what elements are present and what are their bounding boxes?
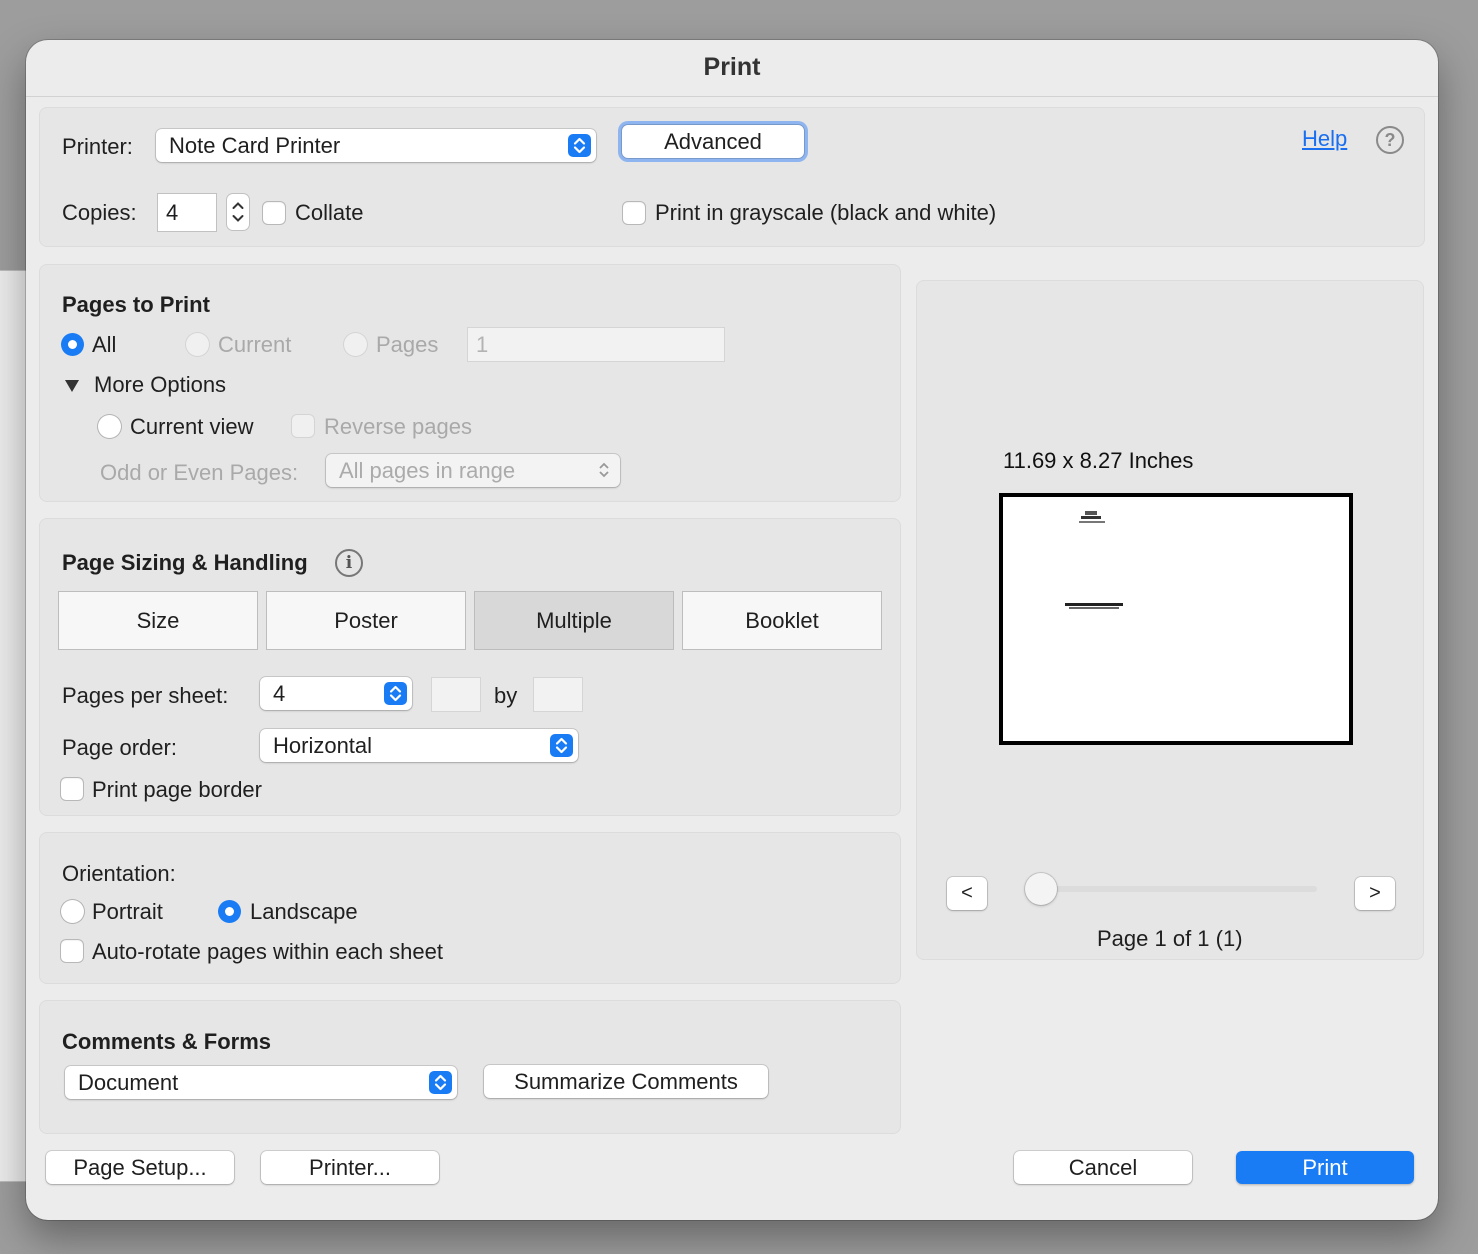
odd-even-select[interactable]: All pages in range <box>326 454 620 487</box>
comments-forms-select[interactable]: Document <box>65 1066 457 1099</box>
current-view-label: Current view <box>130 414 254 439</box>
portrait-radio[interactable] <box>61 900 84 923</box>
page-slider-track[interactable] <box>1027 886 1317 892</box>
paper-size-label: 11.69 x 8.27 Inches <box>1003 448 1194 473</box>
pages-to-print-heading: Pages to Print <box>62 292 210 317</box>
page-sizing-panel: Page Sizing & Handling i Size Poster Mul… <box>39 518 901 816</box>
page-order-label: Page order: <box>62 735 177 760</box>
disclosure-triangle-icon[interactable] <box>64 379 80 398</box>
page-setup-button[interactable]: Page Setup... <box>46 1151 234 1184</box>
pages-down-input[interactable] <box>534 678 582 711</box>
collate-label: Collate <box>295 200 364 225</box>
comments-forms-stepper-icon <box>429 1071 452 1094</box>
stepper-arrows-icon <box>232 202 244 222</box>
odd-even-label: Odd or Even Pages: <box>100 460 299 485</box>
page-range-input[interactable]: 1 <box>468 328 724 361</box>
page-preview <box>999 493 1353 745</box>
page-order-stepper-icon <box>550 734 573 757</box>
portrait-label: Portrait <box>92 899 163 924</box>
comments-forms-value: Document <box>78 1070 179 1095</box>
preview-panel: 11.69 x 8.27 Inches < > Page 1 of 1 (1) <box>916 280 1424 960</box>
tab-booklet[interactable]: Booklet <box>682 591 882 650</box>
page-sizing-heading: Page Sizing & Handling <box>62 550 308 575</box>
printer-select-value: Note Card Printer <box>169 133 341 158</box>
page-order-select[interactable]: Horizontal <box>260 729 578 762</box>
print-border-checkbox[interactable] <box>61 778 83 800</box>
advanced-button[interactable]: Advanced <box>622 125 804 158</box>
page-status: Page 1 of 1 (1) <box>1097 926 1243 951</box>
pages-per-sheet-stepper-icon <box>384 682 407 705</box>
tab-poster[interactable]: Poster <box>266 591 466 650</box>
page-range-radio[interactable] <box>344 333 367 356</box>
print-border-label: Print page border <box>92 777 262 802</box>
previous-page-button[interactable]: < <box>947 877 987 910</box>
help-icon[interactable]: ? <box>1376 126 1404 154</box>
by-label: by <box>494 683 518 708</box>
reverse-pages-label: Reverse pages <box>324 414 472 439</box>
printer-button[interactable]: Printer... <box>261 1151 439 1184</box>
all-pages-label: All <box>92 332 117 357</box>
cancel-button[interactable]: Cancel <box>1014 1151 1192 1184</box>
grayscale-label: Print in grayscale (black and white) <box>655 200 997 225</box>
copies-stepper[interactable] <box>227 194 249 230</box>
comments-forms-heading: Comments & Forms <box>62 1029 272 1054</box>
auto-rotate-checkbox[interactable] <box>61 940 83 962</box>
printer-select[interactable]: Note Card Printer <box>156 129 596 162</box>
page-order-value: Horizontal <box>273 733 373 758</box>
page-slider-knob[interactable] <box>1025 873 1057 905</box>
summarize-comments-button[interactable]: Summarize Comments <box>484 1065 768 1098</box>
pages-per-sheet-value: 4 <box>273 681 286 706</box>
current-view-radio[interactable] <box>98 415 121 438</box>
pages-to-print-panel: Pages to Print All Current Pages 1 More … <box>39 264 901 502</box>
next-page-button[interactable]: > <box>1355 877 1395 910</box>
background-window-edge <box>0 270 26 1182</box>
preview-content-thumbnail <box>1065 511 1123 609</box>
comments-forms-panel: Comments & Forms Document Summarize Comm… <box>39 1000 901 1134</box>
collate-checkbox[interactable] <box>263 202 285 224</box>
help-link[interactable]: Help <box>1302 126 1347 152</box>
auto-rotate-label: Auto-rotate pages within each sheet <box>92 939 444 964</box>
printer-select-stepper-icon <box>568 134 591 157</box>
pages-per-sheet-label: Pages per sheet: <box>62 683 229 708</box>
landscape-label: Landscape <box>250 899 358 924</box>
orientation-label: Orientation: <box>62 861 176 886</box>
print-button[interactable]: Print <box>1236 1151 1414 1184</box>
odd-even-select-value: All pages in range <box>339 458 516 483</box>
tab-multiple[interactable]: Multiple <box>474 591 674 650</box>
grayscale-checkbox[interactable] <box>623 202 645 224</box>
current-page-radio[interactable] <box>186 333 209 356</box>
pages-across-input[interactable] <box>432 678 480 711</box>
up-down-arrows-icon <box>598 460 610 480</box>
reverse-pages-checkbox[interactable] <box>292 415 314 437</box>
pages-per-sheet-select[interactable]: 4 <box>260 677 412 710</box>
current-page-label: Current <box>218 332 292 357</box>
all-pages-radio[interactable] <box>61 333 84 356</box>
printer-panel: Printer: Note Card Printer Advanced Help… <box>39 107 1425 247</box>
tab-size[interactable]: Size <box>58 591 258 650</box>
print-dialog: Print Printer: Note Card Printer Advance… <box>26 40 1438 1220</box>
landscape-radio[interactable] <box>218 900 241 923</box>
orientation-panel: Orientation: Portrait Landscape Auto-rot… <box>39 832 901 984</box>
dialog-title: Print <box>26 40 1438 97</box>
copies-label: Copies: <box>62 200 137 225</box>
page-range-label: Pages <box>376 332 439 357</box>
printer-label: Printer: <box>62 134 133 159</box>
more-options-label[interactable]: More Options <box>94 372 226 398</box>
info-icon[interactable]: i <box>335 549 363 577</box>
copies-input[interactable]: 4 <box>158 194 216 231</box>
